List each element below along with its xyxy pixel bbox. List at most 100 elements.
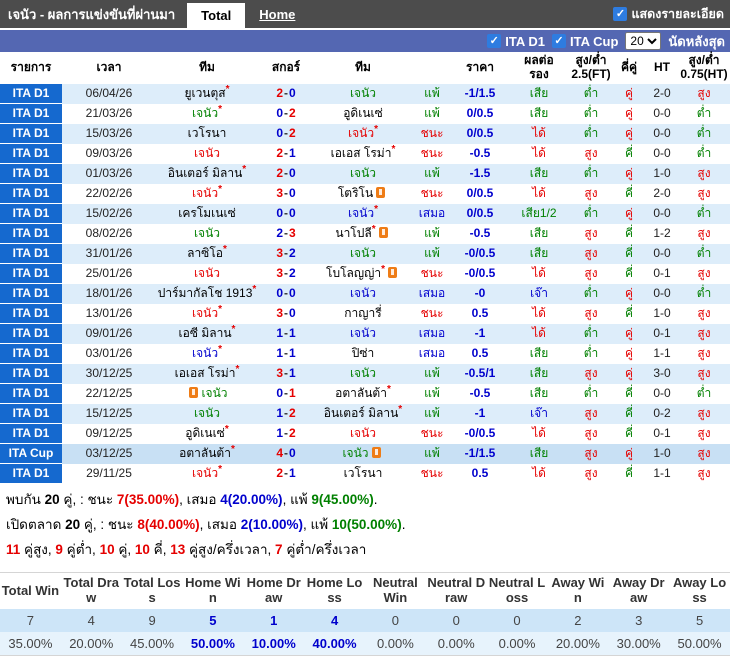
filter-bar: ITA D1 ITA Cup 20 นัดหลังสุด xyxy=(0,30,730,52)
ht-score: 0-0 xyxy=(646,283,678,304)
ht-score: 0-0 xyxy=(646,243,678,264)
match-date: 25/01/26 xyxy=(62,263,156,284)
home-team: เจนัว* xyxy=(156,343,258,364)
odds-value: -0.5 xyxy=(452,383,508,404)
score: 3-2 xyxy=(258,243,314,264)
checkbox-checked-icon[interactable] xyxy=(552,34,567,48)
over-under-ft: สูง xyxy=(570,443,612,464)
home-goals: 0 xyxy=(276,126,283,141)
ht-score: 3-0 xyxy=(646,363,678,384)
over-under-ht: ต่ำ xyxy=(678,243,730,264)
show-details-control[interactable]: แสดงรายละเอียด xyxy=(613,0,730,28)
stats-column-header: Neutral Draw xyxy=(425,572,487,609)
team-name: เจนัว xyxy=(349,326,377,341)
stats-percent: 10.00% xyxy=(243,631,305,656)
away-team: อตาลันต้า* xyxy=(314,383,412,404)
over-under-ht: สูง xyxy=(678,163,730,184)
show-details-label: แสดงรายละเอียด xyxy=(631,7,724,21)
result-text: แพ้ xyxy=(424,386,440,401)
home-team: ยูเวนตุส* xyxy=(156,83,258,104)
away-team: เจนัว xyxy=(314,443,412,464)
favorite-star: * xyxy=(381,264,385,276)
favorite-star: * xyxy=(218,104,222,116)
match-row: ITA D1 01/03/26 อินเตอร์ มิลาน* 2-0 เจนัว แพ้… xyxy=(0,163,730,185)
match-row: ITA D1 03/01/26 เจนัว* 1-1 ปิซ่า เสมอ 0.5 เสียต… xyxy=(0,343,730,365)
over-under-ft: สูง xyxy=(570,363,612,384)
stats-percent: 0.00% xyxy=(486,631,548,656)
away-team: นาโปลี* xyxy=(314,223,412,244)
score: 1-1 xyxy=(258,323,314,344)
stats-column-header: Away Draw xyxy=(608,572,670,609)
stats-count: 0 xyxy=(364,608,426,632)
handicap-result: เสีย1/2 xyxy=(508,203,570,224)
league-filter-ita-d1[interactable]: ITA D1 xyxy=(487,34,545,49)
over-under-ft: ต่ำ xyxy=(570,383,612,404)
odds-value: 0/0.5 xyxy=(452,123,508,144)
summary-section: พบกัน 20 คู่, : ชนะ 7(35.00%), เสมอ 4(20… xyxy=(0,484,730,570)
odds-value: 0/0.5 xyxy=(452,203,508,224)
h2h-count: 20 xyxy=(44,492,60,508)
result-text: เสมอ xyxy=(418,206,446,221)
top-bar: เจนัว - ผลการแข่งขันที่ผ่านมา Total Home… xyxy=(0,0,730,30)
over-under-ft: สูง xyxy=(570,223,612,244)
away-team: เจนัว xyxy=(314,423,412,444)
over-under-ft: ต่ำ xyxy=(570,283,612,304)
odd-even: คี่ xyxy=(612,403,646,424)
market-draw: 2(10.00%) xyxy=(240,517,304,533)
h2h-prefix: พบกัน xyxy=(6,492,45,508)
over-under-ft: สูง xyxy=(570,263,612,284)
column-header: ราคา xyxy=(452,52,508,84)
home-goals: 0 xyxy=(276,106,283,121)
home-team: อตาลันต้า* xyxy=(156,443,258,464)
market-end: . xyxy=(401,517,406,533)
match-row: ITA D1 31/01/26 ลาซิโอ* 3-2 เจนัว แพ้ -0/0.5 เส… xyxy=(0,243,730,265)
away-team: เจนัว xyxy=(314,363,412,384)
match-count-select[interactable]: 20 xyxy=(625,32,662,50)
stats-header-row: Total Win Total Draw Total Loss Home Win Hom… xyxy=(0,572,730,609)
ht-score: 1-1 xyxy=(646,343,678,364)
column-header: ทีม xyxy=(156,52,258,84)
checkbox-checked-icon[interactable] xyxy=(613,7,628,21)
tab-home[interactable]: Home xyxy=(245,0,309,28)
league-badge: ITA D1 xyxy=(0,263,62,285)
match-result: แพ้ xyxy=(412,383,452,404)
team-name: เจนัว xyxy=(201,386,228,401)
stats-column-header: Away Win xyxy=(547,572,609,609)
handicap-result: ได้ xyxy=(508,183,570,204)
match-result: ชนะ xyxy=(412,463,452,484)
ou-oe-summary: 11 คู่สูง, 9 คู่ต่ำ, 10 คู่, 10 คี่, 13 … xyxy=(6,541,724,558)
favorite-star: * xyxy=(374,204,378,216)
away-goals: 0 xyxy=(289,446,296,461)
checkbox-checked-icon[interactable] xyxy=(487,34,502,48)
league-badge: ITA D1 xyxy=(0,363,62,385)
league-filter-ita-cup[interactable]: ITA Cup xyxy=(552,34,618,49)
odds-value: -0.5 xyxy=(452,143,508,164)
ht-score: 1-2 xyxy=(646,223,678,244)
odd-even: คู่ xyxy=(612,203,646,224)
league-filter-ita-d1-label: ITA D1 xyxy=(505,33,546,49)
score: 0-2 xyxy=(258,103,314,124)
over-under-ft: ต่ำ xyxy=(570,123,612,144)
stats-percent: 30.00% xyxy=(608,631,670,656)
ht-score: 0-1 xyxy=(646,423,678,444)
match-date: 09/12/25 xyxy=(62,423,156,444)
tab-total[interactable]: Total xyxy=(187,3,246,28)
team-name: เจนัว xyxy=(192,306,219,321)
match-date: 22/02/26 xyxy=(62,183,156,204)
home-team: เจนัว* xyxy=(156,103,258,124)
home-team: เจนัว xyxy=(156,143,258,164)
score: 2-1 xyxy=(258,463,314,484)
tab-total-label: Total xyxy=(201,8,232,23)
score: 4-0 xyxy=(258,443,314,464)
favorite-star: * xyxy=(230,444,235,456)
favorite-star: * xyxy=(386,384,391,396)
stats-percents-row: 35.00% 20.00% 45.00% 50.00% 10.00% 40.00% 0.00… xyxy=(0,631,730,656)
home-team: เอเอส โรม่า* xyxy=(156,363,258,384)
league-badge: ITA D1 xyxy=(0,183,62,205)
tab-home-label: Home xyxy=(259,6,296,22)
result-text: ชนะ xyxy=(420,306,444,321)
over-under-ht: ต่ำ xyxy=(678,383,730,404)
match-date: 03/01/26 xyxy=(62,343,156,364)
away-team: เจนัว xyxy=(314,323,412,344)
stats-count: 0 xyxy=(425,608,487,632)
